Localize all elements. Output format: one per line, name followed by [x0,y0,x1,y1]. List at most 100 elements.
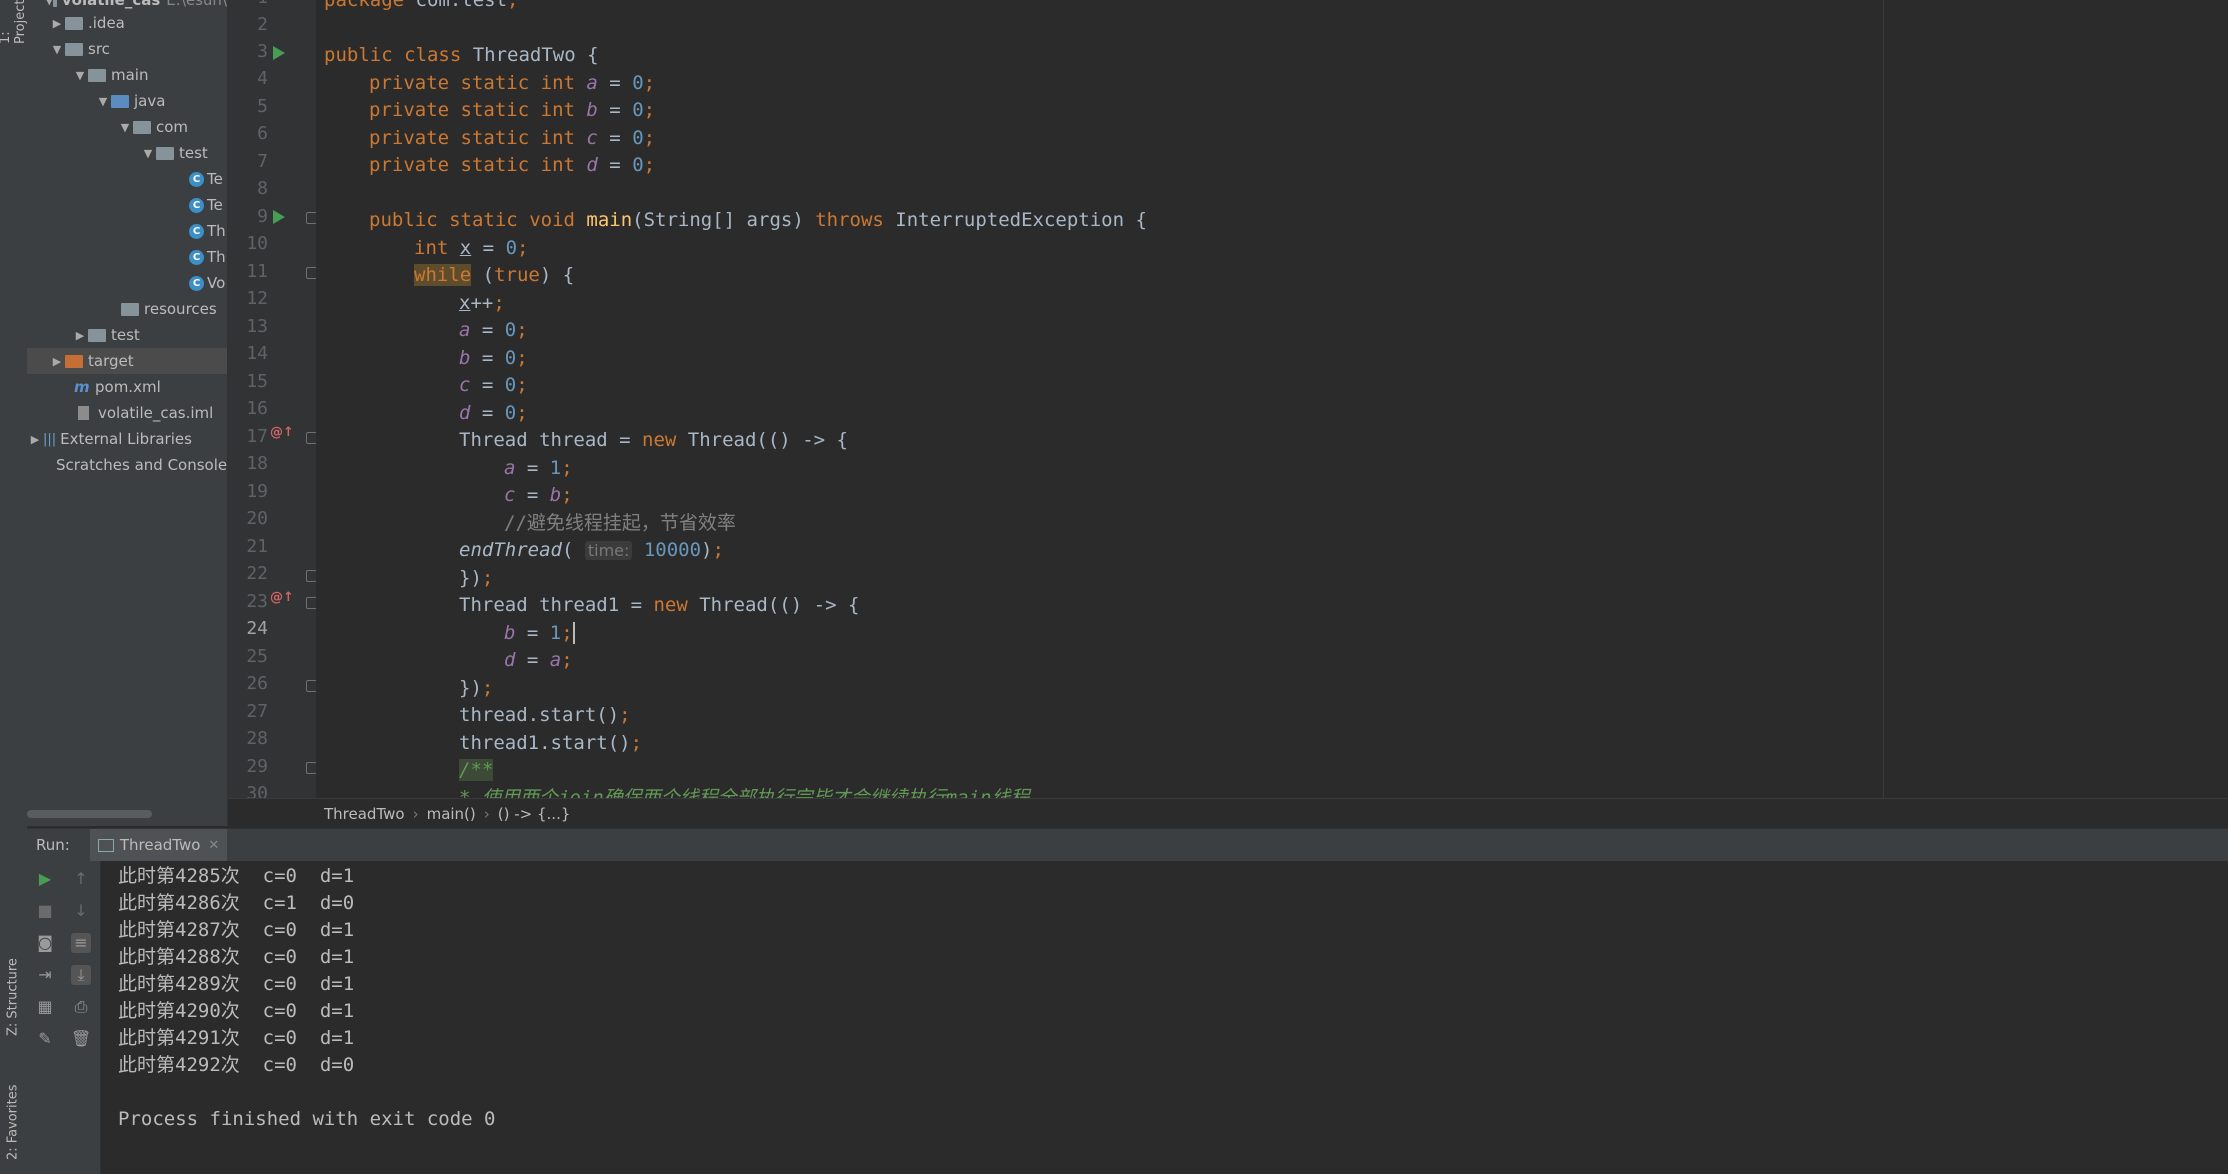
print-icon[interactable]: ⎙ [71,997,91,1017]
code-line[interactable]: /** [459,756,494,784]
chevron-down-icon[interactable]: ▼ [72,69,88,82]
tree-item-label: Te [207,170,223,188]
code-line[interactable]: * 使用两个join确保两个线程全部执行完毕才会继续执行main线程 [459,784,1029,799]
line-number: 3 [257,41,268,62]
arrow-down-icon[interactable]: ↓ [71,901,91,921]
line-number: 12 [246,288,268,309]
tool-window-strip: 1: Project Z: Structure 2: Favorites [0,0,28,1174]
chevron-down-icon[interactable]: ▼ [49,43,65,56]
tree-item-label: com [156,118,189,136]
code-line[interactable]: thread1.start(); [459,729,642,757]
tree-item-target[interactable]: ▶ target [27,348,227,374]
tree-item-pom[interactable]: m pom.xml [27,374,227,400]
breadcrumb-class[interactable]: ThreadTwo [324,805,405,823]
scroll-to-end-icon[interactable]: ⤓ [71,965,91,985]
code-line[interactable]: x++; [459,289,505,317]
package-icon [133,120,151,134]
chevron-down-icon[interactable]: ▼ [95,95,111,108]
line-number: 9 [257,206,268,227]
close-icon[interactable]: ✕ [208,838,219,853]
code-line[interactable]: private static int d = 0; [369,151,655,179]
code-line[interactable]: public class ThreadTwo { [324,41,599,69]
tree-item-class[interactable]: C Th [27,218,227,244]
chevron-down-icon[interactable]: ▼ [140,147,156,160]
breadcrumb-method[interactable]: main() [427,805,476,823]
implements-method-icon[interactable]: @↑ [270,590,294,606]
tree-item-resources[interactable]: resources [27,296,227,322]
camera-icon[interactable]: ◙ [35,933,55,953]
breadcrumb-lambda[interactable]: () -> {...} [498,805,571,823]
tree-item-test-package[interactable]: ▼ test [27,140,227,166]
tree-item-test-folder[interactable]: ▶ test [27,322,227,348]
tree-root-path: E:\esun\ [166,0,227,9]
pin-icon[interactable]: ✎ [35,1029,55,1049]
code-line[interactable]: private static int a = 0; [369,69,655,97]
tab-structure[interactable]: Z: Structure [2,950,24,1045]
exit-icon[interactable]: ⇥ [35,965,55,985]
chevron-right-icon[interactable]: ▶ [49,355,65,368]
tree-item-idea[interactable]: ▶ .idea [27,10,227,36]
tree-item-class[interactable]: C Te [27,192,227,218]
code-line[interactable]: public static void main(String[] args) t… [369,206,1147,234]
chevron-down-icon[interactable]: ▼ [117,121,133,134]
console-line: 此时第4291次 c=0 d=1 [118,1027,355,1049]
run-toolbar-primary: ▶ ■ ◙ ⇥ ▦ ✎ [27,861,63,1174]
tree-item-com[interactable]: ▼ com [27,114,227,140]
run-class-icon[interactable] [273,46,285,60]
tree-item-scratches[interactable]: Scratches and Consoles [27,452,227,478]
code-line[interactable]: //避免线程挂起，节省效率 [504,509,736,537]
console-line: 此时第4288次 c=0 d=1 [118,946,355,968]
soft-wrap-icon[interactable]: ≡ [71,933,91,953]
tree-item-class[interactable]: C Th [27,244,227,270]
code-line[interactable]: }); [459,674,493,702]
console-output[interactable]: 此时第4285次 c=0 d=1 此时第4286次 c=1 d=0 此时第428… [101,861,2228,1174]
implements-method-icon[interactable]: @↑ [270,425,294,441]
console-exit-line: Process finished with exit code 0 [118,1108,496,1130]
run-tab-threadtwo[interactable]: ThreadTwo ✕ [89,829,228,861]
excluded-folder-icon [65,354,83,368]
tree-item-label: pom.xml [95,378,161,396]
run-main-icon[interactable] [273,210,285,224]
stop-icon[interactable]: ■ [35,901,55,921]
code-line[interactable]: b = 0; [459,344,528,372]
code-line[interactable]: private static int b = 0; [369,96,655,124]
code-line[interactable]: Thread thread = new Thread(() -> { [459,426,848,454]
chevron-down-icon[interactable]: ▼ [45,0,53,7]
code-line[interactable]: c = b; [504,481,573,509]
code-line[interactable]: endThread( time: 10000); [459,536,724,564]
code-line[interactable]: while (true) { [414,261,574,289]
code-line[interactable]: thread.start(); [459,701,631,729]
code-line[interactable]: a = 1; [504,454,573,482]
code-line[interactable]: package com.test; [324,0,518,14]
code-line[interactable]: c = 0; [459,371,528,399]
code-line[interactable]: d = a; [504,646,573,674]
trash-icon[interactable]: 🗑 [71,1029,91,1049]
code-line[interactable]: d = 0; [459,399,528,427]
code-line[interactable]: a = 0; [459,316,528,344]
tree-item-label: src [88,40,110,58]
tree-item-label: volatile_cas.iml [98,404,214,422]
code-line[interactable]: private static int c = 0; [369,124,655,152]
tree-item-iml[interactable]: volatile_cas.iml [27,400,227,426]
chevron-right-icon[interactable]: ▶ [72,329,88,342]
code-line[interactable]: b = 1; [504,619,575,647]
code-line[interactable]: int x = 0; [414,234,528,262]
rerun-icon[interactable]: ▶ [35,869,55,889]
code-line[interactable]: }); [459,564,493,592]
tree-item-class[interactable]: C Te [27,166,227,192]
tree-item-external-libraries[interactable]: ▶ ||| External Libraries [27,426,227,452]
code-line[interactable]: Thread thread1 = new Thread(() -> { [459,591,859,619]
horizontal-scrollbar[interactable] [27,810,152,818]
code-editor[interactable]: package com.test; public class ThreadTwo … [316,0,2228,798]
layout-icon[interactable]: ▦ [35,997,55,1017]
tree-item-java[interactable]: ▼ java [27,88,227,114]
tree-item-src[interactable]: ▼ src [27,36,227,62]
arrow-up-icon[interactable]: ↑ [71,869,91,889]
tree-item-class[interactable]: C Vo [27,270,227,296]
tree-item-label: test [179,144,208,162]
tab-project[interactable]: 1: Project [0,0,28,44]
chevron-right-icon[interactable]: ▶ [49,17,65,30]
tab-favorites[interactable]: 2: Favorites [2,1075,24,1170]
chevron-right-icon[interactable]: ▶ [27,433,43,446]
tree-item-main[interactable]: ▼ main [27,62,227,88]
